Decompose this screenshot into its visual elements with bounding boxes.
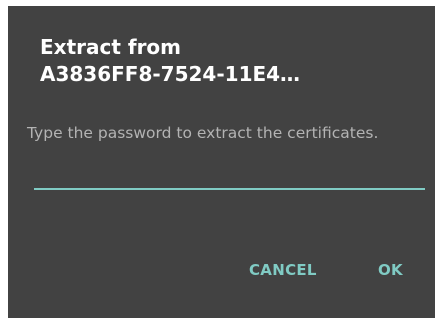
extract-password-dialog: Extract from A3836FF8-7524-11E4… Type th…: [8, 6, 435, 318]
dialog-actions: CANCEL OK: [8, 250, 435, 290]
password-input[interactable]: [34, 156, 425, 190]
ok-button[interactable]: OK: [372, 250, 409, 290]
password-field-container: [34, 156, 425, 190]
dialog-title-line-2: A3836FF8-7524-11E4…: [40, 62, 301, 86]
cancel-button[interactable]: CANCEL: [243, 250, 323, 290]
dialog-message: Type the password to extract the certifi…: [27, 124, 379, 142]
dialog-title-line-1: Extract from: [40, 35, 182, 59]
dialog-title: Extract from A3836FF8-7524-11E4…: [40, 34, 420, 88]
